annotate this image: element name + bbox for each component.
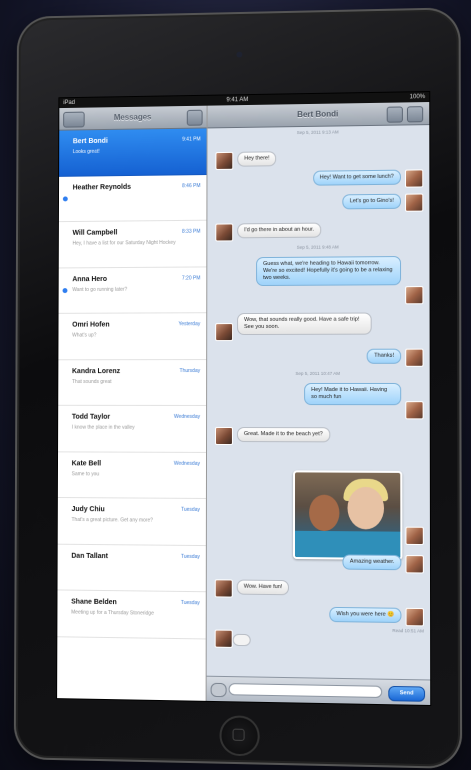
my-avatar (405, 401, 424, 420)
conversation-list-pane: Messages Bert Bondi Looks great! 9:41 PM He… (57, 105, 208, 701)
conversation-name: Anna Hero (72, 275, 108, 283)
read-receipt: Read 10:51 AM (392, 627, 424, 634)
carrier-label: iPad (63, 99, 75, 107)
send-button[interactable]: Send (388, 685, 426, 702)
outgoing-message: Amazing weather. (342, 554, 402, 571)
conversation-preview: I know the place in the valley (71, 424, 135, 431)
conversation-row[interactable]: Bert Bondi Looks great! 9:41 PM (59, 128, 207, 177)
contact-button[interactable] (406, 106, 424, 123)
incoming-message: Wow, that sounds really good. Have a saf… (237, 312, 372, 336)
outgoing-message: Guess what, we're heading to Hawaii tomo… (256, 256, 402, 287)
outgoing-message: Wish you were here 😊 (329, 606, 402, 624)
message-input[interactable] (228, 683, 383, 698)
status-time: 9:41 AM (226, 97, 249, 104)
conversation-preview: That's a great picture. Get any more? (71, 516, 153, 524)
conversation-preview: That sounds great (71, 378, 112, 385)
conversation-row[interactable]: Todd Taylor I know the place in the valle… (58, 405, 207, 453)
conversation-row[interactable]: Will Campbell Hey, I have a list for our … (58, 220, 207, 268)
call-button[interactable] (386, 106, 403, 123)
conversation-row[interactable]: Heather Reynolds 8:46 PM (58, 174, 207, 223)
conversation-date: Tuesday (180, 553, 200, 560)
conversation-row[interactable]: Shane Belden Meeting up for a Thursday St… (57, 590, 206, 639)
screen: iPad 9:41 AM 100% Messages Bert Bondi Loo… (57, 92, 431, 705)
conversation-detail-pane: Bert Bondi Sep 5, 2011 9:13 AM Hey there… (206, 102, 431, 705)
conversation-date: Tuesday (180, 599, 200, 607)
conversation-date: 7:20 PM (181, 274, 201, 282)
conversation-name: Dan Tallant (71, 552, 108, 560)
my-avatar (405, 607, 424, 627)
ipad-device: iPad 9:41 AM 100% Messages Bert Bondi Loo… (13, 7, 463, 770)
conversation-date: Wednesday (173, 413, 201, 420)
conversation-name: Todd Taylor (71, 413, 111, 421)
incoming-message: Hey there! (237, 151, 277, 167)
timestamp: Sep 5, 2011 9:13 AM (296, 129, 339, 136)
conversation-name: Omri Hofen (72, 321, 110, 329)
master-navbar: Messages (59, 105, 207, 131)
conversation-preview (71, 563, 180, 564)
conversation-date: Thursday (179, 367, 201, 374)
my-avatar (405, 526, 424, 546)
conversation-name: Kate Bell (71, 459, 102, 467)
conversation-preview: What's up? (72, 332, 97, 339)
conversation-date: 8:33 PM (181, 228, 201, 235)
my-avatar (405, 348, 424, 367)
message-input-bar: Send (206, 675, 431, 705)
front-camera (236, 51, 243, 58)
incoming-message: Wow. Have fun! (236, 579, 290, 596)
my-avatar (404, 169, 424, 188)
conversation-date: Yesterday (178, 321, 201, 328)
conversation-name: Heather Reynolds (72, 183, 131, 191)
message-thread[interactable]: Sep 5, 2011 9:13 AM Hey there! Hey! Want… (207, 125, 431, 679)
compose-button[interactable] (186, 109, 203, 126)
conversation-preview: Looks great! (72, 148, 100, 156)
contact-avatar (215, 151, 234, 170)
contact-avatar (214, 426, 233, 446)
contact-avatar (215, 323, 234, 342)
unread-indicator (62, 195, 68, 201)
incoming-message: Great. Made it to the beach yet? (236, 427, 330, 443)
conversation-date: 8:46 PM (182, 182, 201, 189)
conversation-row[interactable]: Judy Chiu That's a great picture. Get any… (57, 497, 206, 546)
my-avatar (405, 193, 424, 212)
conversation-row[interactable]: Anna Hero Want to go running later? 7:20 P… (58, 266, 207, 314)
conversation-row[interactable]: Omri Hofen What's up? Yesterday (58, 313, 207, 360)
unread-indicator (62, 287, 68, 293)
conversation-row[interactable]: Kandra Lorenz That sounds great Thursday (58, 359, 207, 406)
typing-indicator (232, 633, 251, 647)
conversation-name: Kandra Lorenz (72, 367, 121, 375)
detail-navbar: Bert Bondi (207, 102, 430, 129)
conversation-date: 9:41 PM (182, 136, 201, 143)
battery-indicator: 100% (409, 94, 426, 101)
conversation-preview: Want to go running later? (72, 286, 128, 293)
conversation-preview (73, 194, 181, 195)
conversation-name: Bert Bondi (72, 137, 108, 146)
conversation-date: Wednesday (173, 460, 201, 467)
conversation-name: Judy Chiu (71, 506, 105, 514)
outgoing-message: Hey! Want to get some lunch? (312, 169, 401, 186)
contact-avatar (214, 629, 233, 648)
conversation-preview: Same to you (71, 470, 100, 477)
conversation-name: Will Campbell (72, 229, 118, 237)
conversation-row[interactable]: Kate Bell Same to you Wednesday (57, 451, 207, 499)
camera-icon[interactable] (210, 682, 227, 698)
outgoing-message: Hey! Made it to Hawaii. Having so much f… (304, 382, 402, 406)
conversation-row[interactable]: Dan Tallant Tuesday (57, 544, 206, 593)
my-avatar (405, 555, 424, 574)
my-avatar (405, 286, 424, 305)
incoming-message: I'd go there in about an hour. (237, 222, 322, 239)
conversation-date: Tuesday (181, 506, 200, 513)
contact-avatar (215, 223, 234, 242)
master-title: Messages (113, 112, 152, 122)
conversation-preview: Hey, I have a list for our Saturday Nigh… (72, 239, 176, 247)
conversation-preview: Meeting up for a Thursday Stoneridge (71, 609, 154, 617)
outgoing-message: Thanks! (367, 348, 402, 364)
photo-message[interactable] (292, 470, 403, 561)
outgoing-message: Let's go to Gino's! (342, 193, 401, 210)
timestamp: Sep 5, 2011 10:47 AM (295, 370, 340, 376)
timestamp: Sep 5, 2011 9:48 AM (296, 244, 339, 250)
conversation-name: Shane Belden (71, 598, 117, 607)
contact-avatar (214, 579, 233, 598)
conversation-list: Bert Bondi Looks great! 9:41 PM Heather Rey… (57, 128, 207, 639)
home-button[interactable] (219, 715, 260, 757)
